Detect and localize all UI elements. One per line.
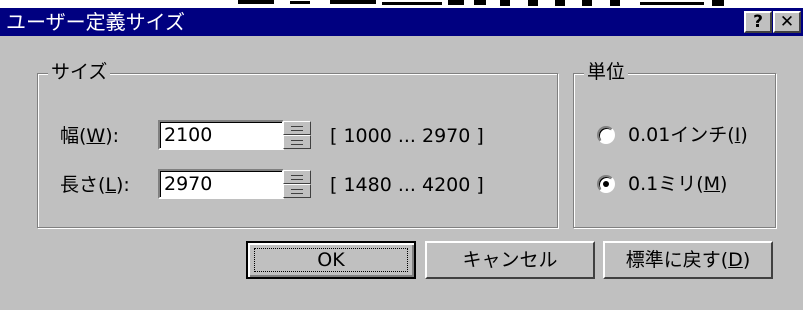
unit-option-inch[interactable]: 0.01インチ(I) [597, 122, 762, 150]
inch-radio[interactable] [597, 126, 615, 144]
background-window-strip [0, 0, 803, 8]
length-spinner[interactable] [283, 170, 311, 198]
width-spin-down[interactable] [283, 135, 311, 149]
length-label: 長さ(L): [60, 174, 130, 196]
cancel-button[interactable]: キャンセル [425, 241, 595, 279]
close-icon: ✕ [779, 12, 795, 32]
reset-default-button[interactable]: 標準に戻す(D) [603, 241, 773, 279]
radio-selected-dot [603, 181, 609, 187]
width-spinner[interactable] [283, 121, 311, 149]
mm-radio-label: 0.1ミリ(M) [628, 173, 728, 195]
mm-radio[interactable] [597, 175, 615, 193]
window-title: ユーザー定義サイズ [6, 10, 185, 34]
ok-button-label: OK [317, 249, 345, 271]
width-input[interactable]: 2100 [158, 120, 284, 150]
width-label: 幅(W): [60, 125, 120, 147]
help-icon: ? [753, 12, 763, 32]
width-range: [ 1000 ... 2970 ] [330, 125, 484, 147]
unit-groupbox [573, 73, 776, 228]
unit-group-label: 単位 [584, 61, 629, 83]
size-group-label: サイズ [48, 61, 111, 83]
partial-glyph-row [238, 0, 724, 6]
custom-size-dialog: ユーザー定義サイズ ? ✕ サイズ 幅(W): 2100 [ 1000 ... … [0, 8, 803, 310]
size-groupbox [37, 73, 558, 228]
help-button[interactable]: ? [744, 11, 772, 33]
title-bar[interactable]: ユーザー定義サイズ ? ✕ [0, 8, 803, 36]
length-range: [ 1480 ... 4200 ] [330, 174, 484, 196]
width-spin-up[interactable] [283, 121, 311, 135]
unit-option-mm[interactable]: 0.1ミリ(M) [597, 171, 762, 199]
length-spin-up[interactable] [283, 170, 311, 184]
inch-radio-label: 0.01インチ(I) [628, 124, 748, 146]
ok-button[interactable]: OK [246, 241, 416, 279]
length-spin-down[interactable] [283, 184, 311, 198]
close-button[interactable]: ✕ [773, 11, 801, 33]
reset-button-label: 標準に戻す(D) [625, 249, 751, 271]
length-input[interactable]: 2970 [158, 169, 284, 199]
cancel-button-label: キャンセル [462, 249, 558, 271]
